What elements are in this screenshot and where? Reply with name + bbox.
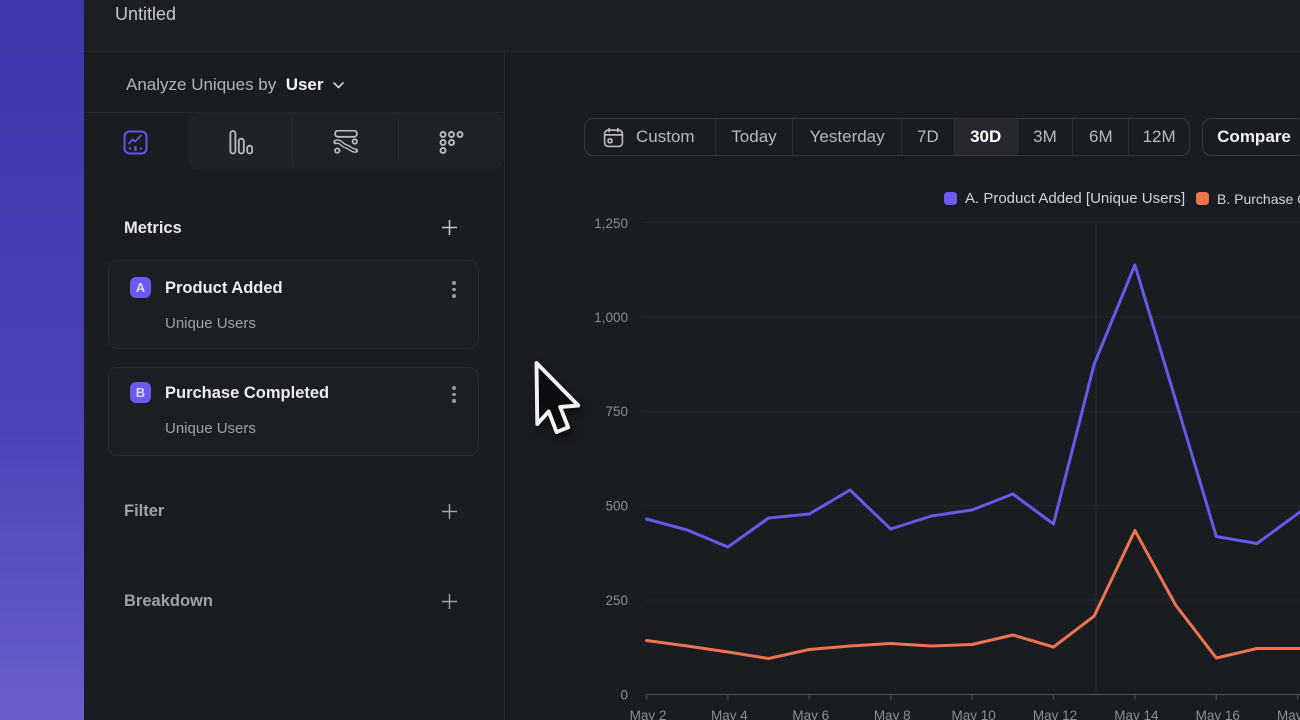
svg-text:0: 0	[620, 688, 628, 703]
svg-text:1,250: 1,250	[594, 216, 628, 231]
svg-text:May 8: May 8	[874, 708, 911, 720]
svg-text:May 4: May 4	[711, 708, 748, 720]
svg-text:May 10: May 10	[951, 708, 995, 720]
svg-text:May 18: May 18	[1277, 708, 1300, 720]
svg-text:250: 250	[605, 593, 628, 608]
svg-text:May 12: May 12	[1033, 708, 1077, 720]
svg-text:May 16: May 16	[1196, 708, 1240, 720]
svg-text:May 14: May 14	[1114, 708, 1159, 720]
svg-text:500: 500	[605, 499, 628, 514]
svg-text:May 2: May 2	[630, 708, 667, 720]
svg-text:May 6: May 6	[792, 708, 829, 720]
svg-text:1,000: 1,000	[594, 310, 628, 325]
svg-text:750: 750	[605, 404, 628, 419]
